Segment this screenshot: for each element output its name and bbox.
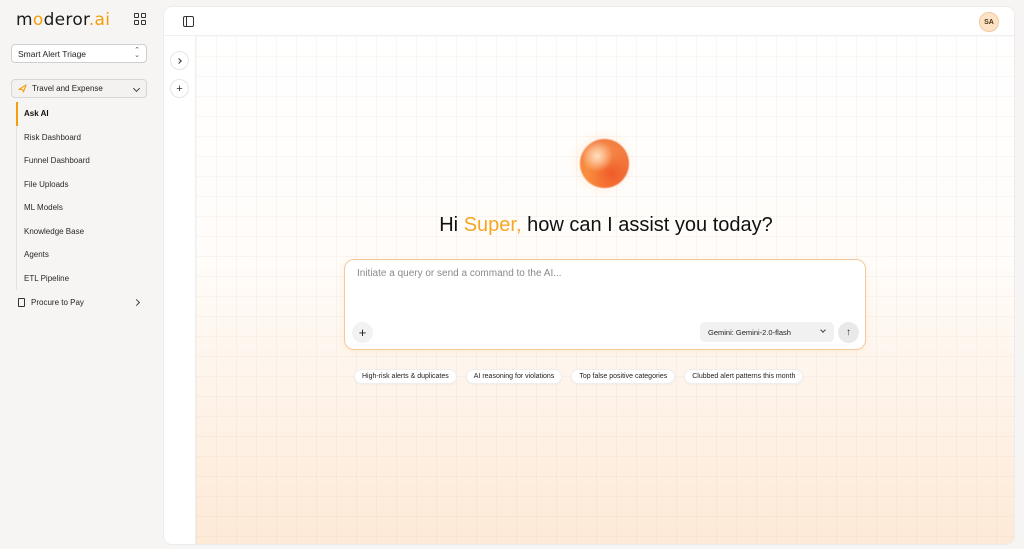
sidebar-item-ml-models[interactable]: ML Models (16, 196, 148, 220)
workspace-select[interactable]: Smart Alert Triage ⌃ ⌄ (11, 44, 147, 63)
sidebar-item-etl-pipeline[interactable]: ETL Pipeline (16, 266, 148, 290)
attach-button[interactable]: + (352, 322, 373, 343)
sidebar-item-label: Ask AI (24, 109, 49, 119)
chat-canvas: Hi Super, how can I assist you today? In… (196, 36, 1014, 544)
logo-text-prefix: m (16, 10, 33, 30)
chevron-down-icon (132, 84, 141, 93)
chat-composer[interactable]: Initiate a query or send a command to th… (344, 259, 866, 350)
ai-orb-icon (580, 139, 629, 188)
sidebar-item-label: Knowledge Base (24, 226, 85, 236)
sidebar-item-label: ETL Pipeline (24, 273, 70, 283)
logo-text-accent: ai (94, 10, 111, 30)
top-bar: SA (164, 7, 1014, 36)
expand-history-button[interactable] (170, 51, 189, 70)
sidebar-item-ask-ai[interactable]: Ask AI (16, 102, 148, 126)
model-select-value: Gemini: Gemini-2.0-flash (708, 327, 791, 337)
chevron-right-icon (132, 298, 141, 307)
sidebar-item-label: Risk Dashboard (24, 132, 81, 142)
sidebar: moderor.ai Smart Alert Triage ⌃ ⌄ Travel … (0, 0, 158, 549)
nav-group-procure-to-pay[interactable]: Procure to Pay (11, 294, 147, 311)
sidebar-item-knowledge-base[interactable]: Knowledge Base (16, 219, 148, 243)
chevron-right-icon (176, 57, 182, 64)
sidebar-toggle-icon[interactable] (183, 16, 194, 27)
sidebar-item-label: Funnel Dashboard (24, 156, 90, 166)
sidebar-item-funnel-dashboard[interactable]: Funnel Dashboard (16, 149, 148, 173)
suggestion-chip[interactable]: High-risk alerts & duplicates (354, 369, 457, 384)
model-select[interactable]: Gemini: Gemini-2.0-flash (700, 322, 834, 342)
avatar-initials: SA (984, 18, 994, 26)
user-avatar[interactable]: SA (979, 12, 999, 32)
greeting-rest: how can I assist you today? (521, 214, 773, 236)
sidebar-item-label: File Uploads (24, 179, 69, 189)
greeting-hi: Hi (439, 214, 464, 236)
new-chat-button[interactable]: + (170, 79, 189, 98)
sidebar-item-file-uploads[interactable]: File Uploads (16, 172, 148, 196)
sidebar-item-agents[interactable]: Agents (16, 243, 148, 267)
suggestion-chips: High-risk alerts & duplicates AI reasoni… (354, 369, 804, 384)
sidebar-item-risk-dashboard[interactable]: Risk Dashboard (16, 125, 148, 149)
send-button[interactable]: ↑ (838, 322, 859, 343)
logo-text-middle: deror (43, 10, 89, 30)
suggestion-chip[interactable]: Clubbed alert patterns this month (684, 369, 804, 384)
arrow-up-icon: ↑ (846, 327, 851, 338)
sidebar-item-label: ML Models (24, 203, 63, 213)
sidebar-item-label: Agents (24, 250, 49, 260)
greeting-name: Super, (463, 214, 522, 236)
greeting-heading: Hi Super, how can I assist you today? (196, 214, 1014, 237)
plus-icon: + (358, 325, 367, 340)
chevron-down-icon (820, 327, 826, 333)
sidebar-nav: Ask AI Risk Dashboard Funnel Dashboard F… (16, 102, 148, 290)
document-icon (18, 298, 25, 307)
chat-rail: + (164, 36, 196, 544)
plus-icon: + (176, 82, 183, 95)
suggestion-chip[interactable]: AI reasoning for violations (465, 369, 563, 384)
nav-group-label: Procure to Pay (31, 298, 84, 307)
workspace-select-value: Smart Alert Triage (18, 48, 87, 59)
composer-input[interactable]: Initiate a query or send a command to th… (357, 268, 562, 279)
plane-icon (18, 84, 27, 93)
logo-text-ring: o (32, 10, 44, 30)
suggestion-chip[interactable]: Top false positive categories (571, 369, 676, 384)
nav-group-label: Travel and Expense (32, 84, 103, 93)
apps-grid-icon[interactable] (134, 13, 146, 25)
nav-group-travel-expense[interactable]: Travel and Expense (11, 79, 147, 98)
main-panel: SA + Hi Super, how can I assist you toda… (163, 6, 1015, 545)
chevron-up-down-icon: ⌃ ⌄ (134, 47, 140, 59)
brand-logo[interactable]: moderor.ai (16, 10, 110, 30)
